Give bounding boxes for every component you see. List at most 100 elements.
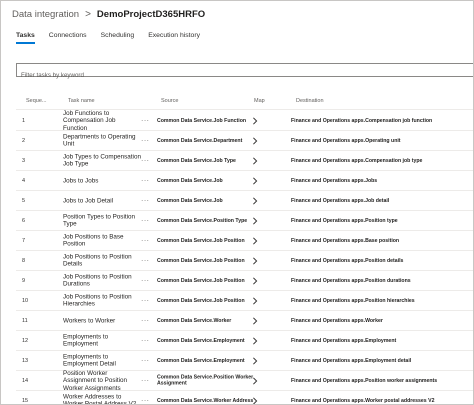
table-row[interactable]: 6 Position Types to Position Type ··· Commo… [16, 211, 473, 231]
more-options-icon[interactable]: ··· [141, 197, 150, 204]
more-options-icon[interactable]: ··· [141, 397, 150, 404]
chevron-right-icon[interactable] [252, 256, 260, 265]
chevron-right-icon[interactable] [252, 136, 260, 145]
row-task-name[interactable]: Departments to Operating Unit [63, 133, 141, 148]
row-task-name[interactable]: Job Types to Compensation Job Type [63, 153, 141, 168]
row-source: Common Data Service.Employment [157, 357, 245, 364]
tab-tasks[interactable]: Tasks [16, 32, 35, 44]
row-task-name[interactable]: Worker Addresses to Worker Postal Addres… [63, 393, 141, 404]
chevron-right-icon[interactable] [252, 336, 260, 345]
tab-bar: Tasks Connections Scheduling Execution h… [16, 32, 214, 44]
table-row[interactable]: 15 Worker Addresses to Worker Postal Addr… [16, 391, 473, 404]
column-header-destination[interactable]: Destination [296, 98, 324, 104]
row-task-name[interactable]: Workers to Worker [63, 317, 141, 325]
row-destination: Finance and Operations apps.Compensation… [291, 117, 433, 124]
chevron-right-icon[interactable] [252, 216, 260, 225]
chevron-right-icon[interactable] [252, 376, 260, 385]
tab-connections[interactable]: Connections [49, 32, 87, 44]
row-sequence: 7 [22, 237, 26, 244]
row-source: Common Data Service.Job Function [157, 117, 247, 124]
tab-execution-history[interactable]: Execution history [148, 32, 200, 44]
row-task-name[interactable]: Job Positions to Position Details [63, 253, 141, 268]
table-row[interactable]: 4 Jobs to Jobs ··· Common Data Service.Job F… [16, 171, 473, 191]
row-task-name[interactable]: Jobs to Jobs [63, 177, 141, 185]
column-header-map[interactable]: Map [254, 98, 265, 104]
row-destination: Finance and Operations apps.Jobs [291, 177, 378, 184]
filter-tasks-input[interactable] [17, 69, 473, 82]
row-source: Common Data Service.Job Position [157, 257, 245, 264]
row-sequence: 15 [22, 397, 29, 404]
chevron-right-icon[interactable] [252, 176, 260, 185]
chevron-right-icon[interactable] [252, 356, 260, 365]
row-destination: Finance and Operations apps.Job detail [291, 197, 390, 204]
more-options-icon[interactable]: ··· [141, 177, 150, 184]
row-sequence: 11 [22, 317, 28, 324]
row-destination: Finance and Operations apps.Base positio… [291, 237, 400, 244]
table-row[interactable]: 3 Job Types to Compensation Job Type ··· Co… [16, 151, 473, 171]
row-sequence: 1 [22, 117, 26, 124]
chevron-right-icon[interactable] [252, 116, 260, 125]
column-header-task-name[interactable]: Task name [68, 98, 95, 104]
more-options-icon[interactable]: ··· [141, 357, 150, 364]
more-options-icon[interactable]: ··· [141, 217, 150, 224]
breadcrumb: Data integration > DemoProjectD365HRFO [12, 6, 205, 22]
table-row[interactable]: 7 Job Positions to Base Position ··· Common… [16, 231, 473, 251]
more-options-icon[interactable]: ··· [141, 277, 150, 284]
chevron-right-icon[interactable] [252, 196, 260, 205]
table-row[interactable]: 13 Employments to Employment Detail ··· Com… [16, 351, 473, 371]
row-task-name[interactable]: Job Functions to Compensation Job Functi… [63, 109, 141, 132]
app-frame: Data integration > DemoProjectD365HRFO T… [0, 0, 474, 405]
chevron-right-icon[interactable] [252, 276, 260, 285]
row-sequence: 5 [22, 197, 26, 204]
row-destination: Finance and Operations apps.Position hie… [291, 297, 415, 304]
more-options-icon[interactable]: ··· [141, 297, 150, 304]
more-options-icon[interactable]: ··· [141, 257, 150, 264]
row-task-name[interactable]: Jobs to Job Detail [63, 197, 141, 205]
row-task-name[interactable]: Position Worker Assignment to Position W… [63, 369, 141, 392]
column-header-source[interactable]: Source [161, 98, 178, 104]
row-task-name[interactable]: Employments to Employment [63, 333, 141, 348]
row-sequence: 12 [22, 337, 29, 344]
more-options-icon[interactable]: ··· [141, 337, 150, 344]
row-task-name[interactable]: Employments to Employment Detail [63, 353, 141, 368]
more-options-icon[interactable]: ··· [141, 117, 150, 124]
row-destination: Finance and Operations apps.Worker [291, 317, 383, 324]
chevron-right-icon[interactable] [252, 296, 260, 305]
tab-scheduling[interactable]: Scheduling [101, 32, 135, 44]
breadcrumb-root-link[interactable]: Data integration [12, 9, 79, 20]
row-task-name[interactable]: Job Positions to Position Durations [63, 273, 141, 288]
chevron-right-icon[interactable] [252, 396, 260, 404]
more-options-icon[interactable]: ··· [141, 237, 150, 244]
chevron-right-icon[interactable] [252, 236, 260, 245]
table-row[interactable]: 5 Jobs to Job Detail ··· Common Data Servic… [16, 191, 473, 211]
row-sequence: 9 [22, 277, 26, 284]
row-task-name[interactable]: Job Positions to Base Position [63, 233, 141, 248]
more-options-icon[interactable]: ··· [141, 317, 150, 324]
row-task-name[interactable]: Position Types to Position Type [63, 213, 141, 228]
chevron-right-icon[interactable] [252, 316, 260, 325]
table-row[interactable]: 10 Job Positions to Position Hierarchies ·… [16, 291, 473, 311]
row-destination: Finance and Operations apps.Compensation… [291, 157, 423, 164]
table-row[interactable]: 2 Departments to Operating Unit ··· Common … [16, 131, 473, 151]
table-row[interactable]: 8 Job Positions to Position Details ··· Com… [16, 251, 473, 271]
table-row[interactable]: 11 Workers to Worker ··· Common Data Servic… [16, 311, 473, 331]
table-row[interactable]: 12 Employments to Employment ··· Common Dat… [16, 331, 473, 351]
table-row[interactable]: 1 Job Functions to Compensation Job Funct… [16, 109, 473, 132]
filter-box [16, 63, 473, 82]
table-row[interactable]: 9 Job Positions to Position Durations ··· C… [16, 271, 473, 291]
row-destination: Finance and Operations apps.Position dur… [291, 277, 411, 284]
more-options-icon[interactable]: ··· [141, 157, 150, 164]
row-sequence: 14 [22, 377, 29, 384]
table-row[interactable]: 14 Position Worker Assignment to Position… [16, 369, 473, 392]
row-source: Common Data Service.Position Type [157, 217, 248, 224]
row-sequence: 6 [22, 217, 26, 224]
table-header: Seque... Task name Source Map Destinatio… [16, 94, 473, 108]
more-options-icon[interactable]: ··· [141, 137, 150, 144]
chevron-right-icon[interactable] [252, 156, 260, 165]
breadcrumb-current-project: DemoProjectD365HRFO [96, 8, 206, 20]
row-source: Common Data Service.Position Worker Assi… [157, 374, 254, 387]
row-task-name[interactable]: Job Positions to Position Hierarchies [63, 293, 141, 308]
breadcrumb-separator-icon: > [85, 8, 91, 20]
column-header-sequence[interactable]: Seque... [26, 98, 47, 104]
more-options-icon[interactable]: ··· [141, 377, 150, 384]
